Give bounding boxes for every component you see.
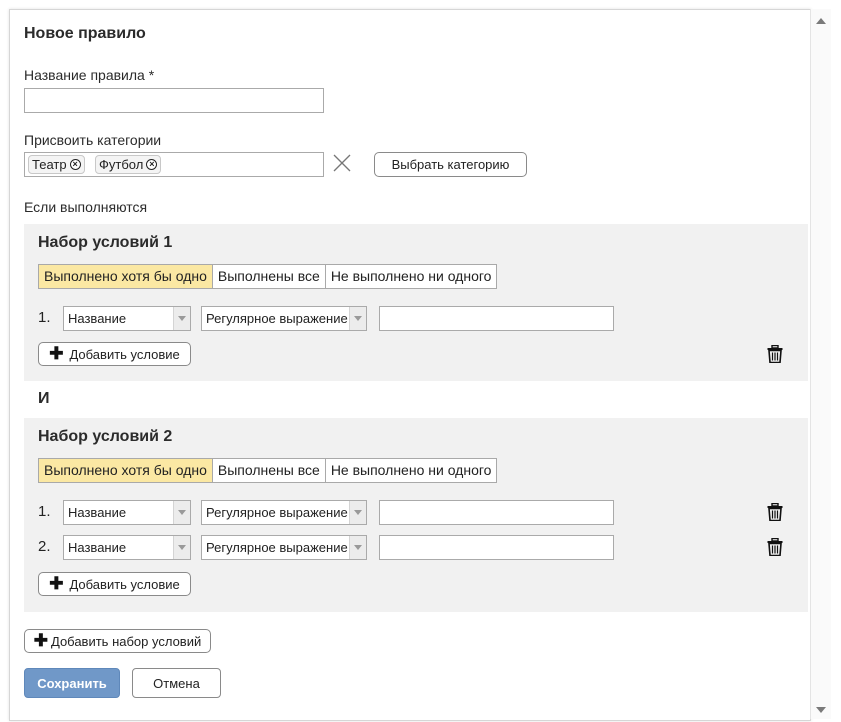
scroll-up-icon[interactable] xyxy=(816,18,826,24)
tag-label: Футбол xyxy=(99,157,144,172)
trash-icon[interactable] xyxy=(767,538,783,556)
field-select[interactable]: Название xyxy=(63,500,191,525)
dropdown-arrow-icon xyxy=(173,536,190,559)
condition-value-input[interactable] xyxy=(379,306,614,331)
categories-input[interactable]: Театр × Футбол × xyxy=(24,152,324,177)
operator-select[interactable]: Регулярное выражение xyxy=(201,535,367,560)
condition-number: 1. xyxy=(38,503,51,520)
field-select-value: Название xyxy=(68,505,127,520)
operator-select[interactable]: Регулярное выражение xyxy=(201,306,367,331)
operator-select-value: Регулярное выражение xyxy=(206,311,348,326)
tag-label: Театр xyxy=(32,157,67,172)
dropdown-arrow-icon xyxy=(349,307,366,330)
category-tag: Футбол × xyxy=(95,155,162,174)
rule-name-label: Название правила * xyxy=(24,67,155,83)
scroll-down-icon[interactable] xyxy=(816,707,826,713)
add-condition-button[interactable]: ✚ Добавить условие xyxy=(38,342,191,366)
if-label: Если выполняются xyxy=(24,199,148,215)
mode-all-button[interactable]: Выполнены все xyxy=(213,265,326,288)
condition-value-input[interactable] xyxy=(379,500,614,525)
set-title: Набор условий 1 xyxy=(38,234,173,251)
match-mode-selector: Выполнено хотя бы одно Выполнены все Не … xyxy=(38,458,498,483)
add-condition-label: Добавить условие xyxy=(69,576,180,592)
set-title: Набор условий 2 xyxy=(38,428,173,445)
remove-tag-icon[interactable]: × xyxy=(69,159,81,170)
rule-name-input[interactable] xyxy=(24,88,324,113)
operator-select-value: Регулярное выражение xyxy=(206,505,348,520)
category-tag: Театр × xyxy=(28,155,85,174)
add-set-label: Добавить набор условий xyxy=(51,633,202,649)
operator-select-value: Регулярное выражение xyxy=(206,540,348,555)
save-button[interactable]: Сохранить xyxy=(24,668,120,698)
condition-value-input[interactable] xyxy=(379,535,614,560)
remove-tag-icon[interactable]: × xyxy=(146,159,158,170)
trash-icon[interactable] xyxy=(767,345,783,363)
choose-category-button[interactable]: Выбрать категорию xyxy=(374,152,527,177)
dropdown-arrow-icon xyxy=(173,307,190,330)
plus-icon: ✚ xyxy=(33,631,48,650)
close-icon[interactable] xyxy=(332,153,352,173)
field-select[interactable]: Название xyxy=(63,306,191,331)
field-select-value: Название xyxy=(68,311,127,326)
dropdown-arrow-icon xyxy=(173,501,190,524)
operator-select[interactable]: Регулярное выражение xyxy=(201,500,367,525)
mode-all-button[interactable]: Выполнены все xyxy=(213,459,326,482)
dialog-title: Новое правило xyxy=(24,25,146,42)
new-rule-dialog: Новое правило Название правила * Присвои… xyxy=(9,9,811,721)
field-select[interactable]: Название xyxy=(63,535,191,560)
field-select-value: Название xyxy=(68,540,127,555)
plus-icon: ✚ xyxy=(49,574,64,593)
mode-none-button[interactable]: Не выполнено ни одного xyxy=(326,459,497,482)
condition-number: 2. xyxy=(38,538,51,555)
mode-any-button[interactable]: Выполнено хотя бы одно xyxy=(39,459,213,482)
scrollbar[interactable] xyxy=(810,9,831,719)
add-condition-set-button[interactable]: ✚ Добавить набор условий xyxy=(24,629,211,653)
mode-any-button[interactable]: Выполнено хотя бы одно xyxy=(39,265,213,288)
condition-set-1: Набор условий 1 Выполнено хотя бы одно В… xyxy=(24,224,808,381)
categories-label: Присвоить категории xyxy=(24,132,162,148)
mode-none-button[interactable]: Не выполнено ни одного xyxy=(326,265,497,288)
plus-icon: ✚ xyxy=(49,344,64,363)
dropdown-arrow-icon xyxy=(349,501,366,524)
match-mode-selector: Выполнено хотя бы одно Выполнены все Не … xyxy=(38,264,498,289)
trash-icon[interactable] xyxy=(767,503,783,521)
add-condition-button[interactable]: ✚ Добавить условие xyxy=(38,572,191,596)
dropdown-arrow-icon xyxy=(349,536,366,559)
condition-set-2: Набор условий 2 Выполнено хотя бы одно В… xyxy=(24,418,808,612)
add-condition-label: Добавить условие xyxy=(69,346,180,362)
cancel-button[interactable]: Отмена xyxy=(132,668,221,698)
and-label: И xyxy=(38,390,50,407)
condition-number: 1. xyxy=(38,309,51,326)
